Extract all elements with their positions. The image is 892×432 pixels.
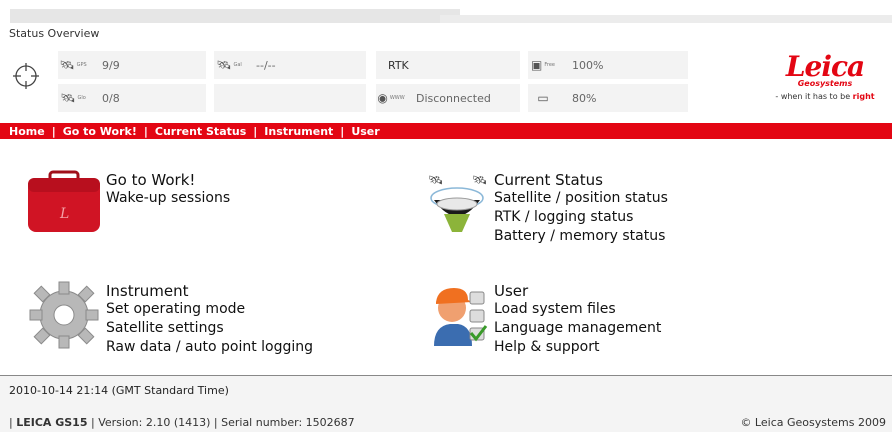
nav-separator: |: [51, 124, 56, 138]
tile-link[interactable]: Set operating mode: [106, 300, 313, 319]
svg-text:🛰: 🛰: [428, 173, 443, 187]
svg-text:🛰: 🛰: [472, 173, 487, 187]
gear-icon[interactable]: [28, 280, 100, 350]
glonass-status: 🛰 Glo 0/8: [58, 84, 206, 112]
tile-link[interactable]: RTK / logging status: [494, 208, 668, 227]
tile-link[interactable]: Language management: [494, 319, 661, 338]
battery-status: ▭ 80%: [528, 84, 688, 112]
nav-separator: |: [143, 124, 148, 138]
tile-link[interactable]: Help & support: [494, 338, 661, 357]
tile-title[interactable]: Current Status: [494, 171, 668, 189]
tile-title[interactable]: Go to Work!: [106, 171, 230, 189]
crosshair-icon: [13, 63, 39, 89]
gnss-antenna-icon[interactable]: 🛰 🛰: [422, 170, 492, 242]
logo-sub: Geosystems: [797, 79, 853, 88]
tile-title[interactable]: User: [494, 282, 661, 300]
tile-link[interactable]: Wake-up sessions: [106, 189, 230, 208]
nav-instrument[interactable]: Instrument: [264, 125, 333, 138]
user-icon[interactable]: [428, 282, 490, 348]
satellite-icon: 🛰 Gal: [216, 58, 242, 72]
empty-status: [214, 84, 366, 112]
svg-text:L: L: [59, 206, 69, 222]
satellite-icon: 🛰 GPS: [59, 58, 87, 72]
toolcase-icon[interactable]: L: [26, 170, 102, 234]
device-info: | LEICA GS15 | Version: 2.10 (1413) | Se…: [9, 416, 355, 429]
tile-link[interactable]: Load system files: [494, 300, 661, 319]
nav-user[interactable]: User: [351, 125, 379, 138]
tile-link[interactable]: Battery / memory status: [494, 227, 668, 246]
galileo-status: 🛰 Gal --/--: [214, 51, 366, 79]
copyright: © Leica Geosystems 2009: [740, 416, 886, 429]
nav-home[interactable]: Home: [9, 125, 45, 138]
tile-link[interactable]: Satellite / position status: [494, 189, 668, 208]
rtk-status: RTK: [376, 51, 520, 79]
globe-icon: ◉ WWW: [377, 91, 405, 105]
tile-link[interactable]: Raw data / auto point logging: [106, 338, 313, 357]
tile-link[interactable]: Satellite settings: [106, 319, 313, 338]
top-decor-grey-right: [440, 15, 892, 23]
memory-card-icon: ▣ Free: [531, 58, 555, 72]
tile-current-status: Current Status Satellite / position stat…: [494, 171, 668, 246]
tile-go-to-work: Go to Work! Wake-up sessions: [106, 171, 230, 208]
nav-separator: |: [340, 124, 345, 138]
memory-status: ▣ Free 100%: [528, 51, 688, 79]
satellite-icon: 🛰 Glo: [60, 91, 86, 105]
nav-current-status[interactable]: Current Status: [155, 125, 246, 138]
battery-icon: ▭: [537, 91, 549, 105]
top-decor-bar: [0, 0, 892, 26]
internet-status: ◉ WWW Disconnected: [376, 84, 520, 112]
gps-status: 🛰 GPS 9/9: [58, 51, 206, 79]
page-title: Status Overview: [9, 27, 100, 40]
leica-logo: Leica Geosystems - when it has to be rig…: [760, 50, 890, 101]
tile-title[interactable]: Instrument: [106, 282, 313, 300]
logo-tagline: - when it has to be right: [775, 92, 875, 101]
timestamp: 2010-10-14 21:14 (GMT Standard Time): [9, 384, 229, 397]
device-name: LEICA GS15: [16, 416, 88, 429]
nav-go-to-work[interactable]: Go to Work!: [63, 125, 137, 138]
top-decor-grey: [10, 9, 460, 23]
main-nav: Home | Go to Work! | Current Status | In…: [0, 123, 892, 139]
nav-separator: |: [253, 124, 258, 138]
tile-instrument: Instrument Set operating mode Satellite …: [106, 282, 313, 357]
tile-user: User Load system files Language manageme…: [494, 282, 661, 357]
